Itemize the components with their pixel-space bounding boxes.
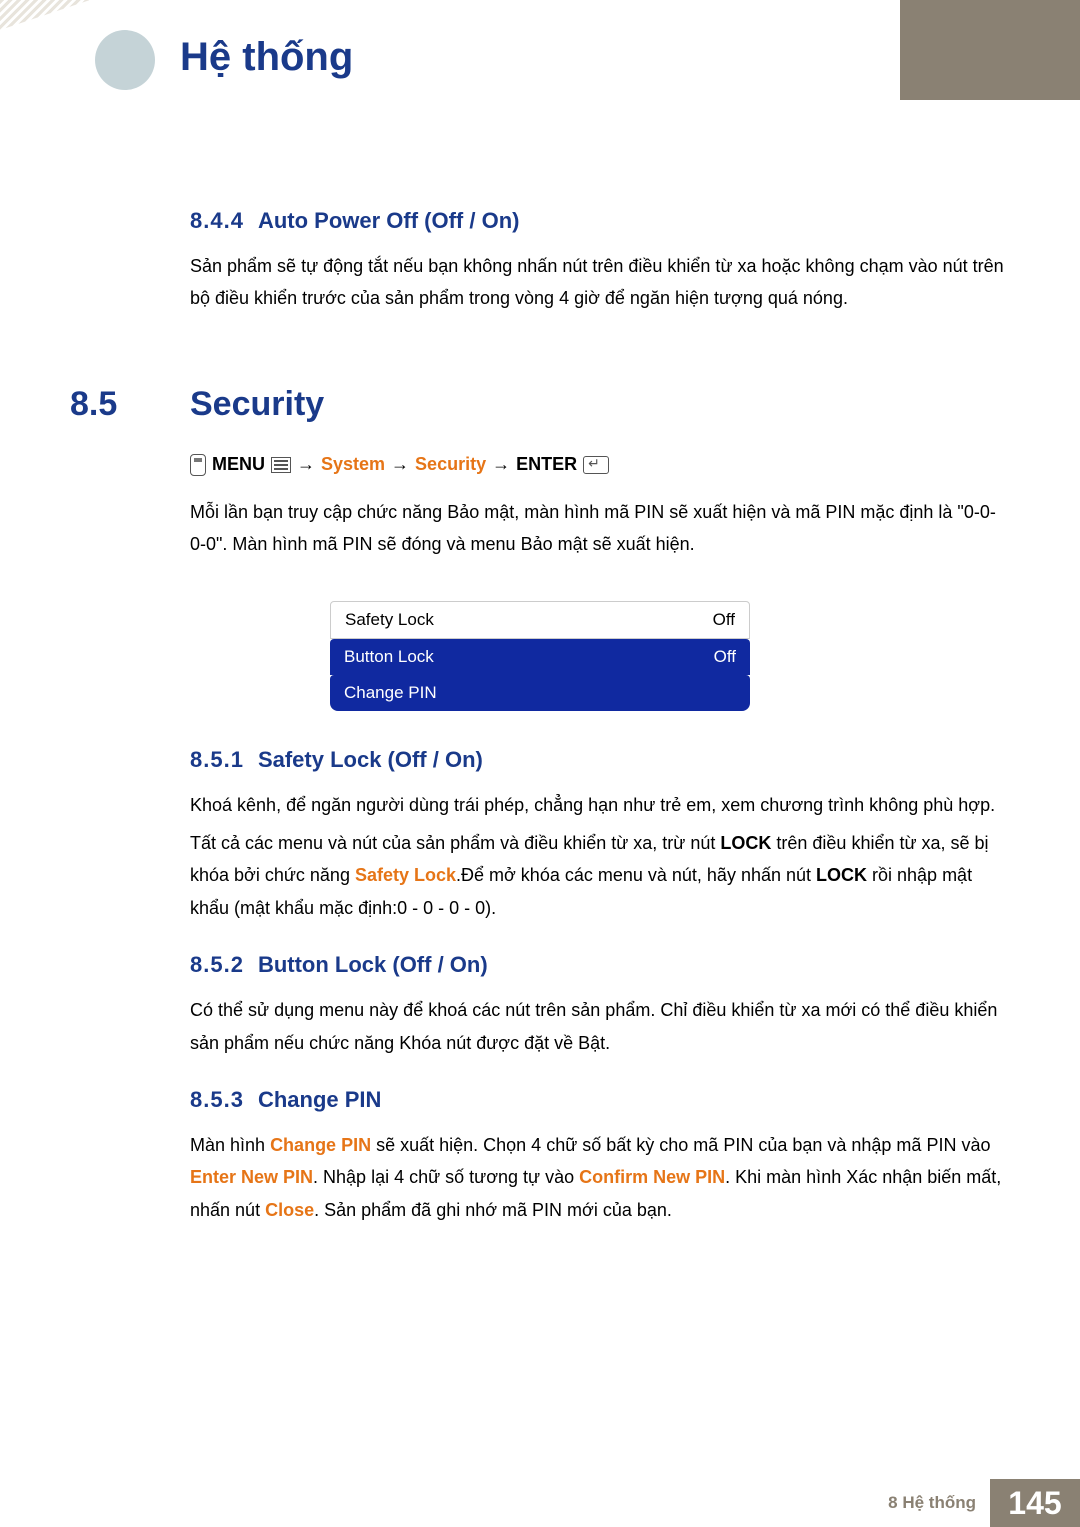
header-band — [900, 0, 1080, 100]
footer-page-number: 145 — [990, 1479, 1080, 1527]
heading-num: 8.5 — [70, 385, 150, 424]
para-851-2: Tất cả các menu và nút của sản phẩm và đ… — [190, 827, 1010, 924]
para-85: Mỗi lần bạn truy cập chức năng Bảo mật, … — [190, 496, 1010, 561]
arrow-icon: → — [391, 454, 409, 475]
osd-row-button-lock: Button Lock Off — [330, 639, 750, 675]
text: Tất cả các menu và nút của sản phẩm và đ… — [190, 833, 720, 853]
heading-text: Change PIN — [258, 1087, 381, 1112]
remote-icon — [190, 454, 206, 476]
change-pin-label: Change PIN — [270, 1135, 371, 1155]
page-title: Hệ thống — [180, 35, 353, 80]
menu-icon — [271, 457, 291, 473]
text: . Sản phẩm đã ghi nhớ mã PIN mới của bạn… — [314, 1200, 672, 1220]
osd-label: Button Lock — [344, 647, 434, 667]
nav-enter: ENTER — [516, 454, 577, 475]
heading-853: 8.5.3 Change PIN — [190, 1087, 1010, 1113]
lock-label: LOCK — [816, 865, 867, 885]
chapter-bubble — [95, 30, 155, 90]
nav-security: Security — [415, 454, 486, 475]
arrow-icon: → — [492, 454, 510, 475]
arrow-icon: → — [297, 454, 315, 475]
para-853: Màn hình Change PIN sẽ xuất hiện. Chọn 4… — [190, 1129, 1010, 1226]
footer-chapter-label: 8 Hệ thống — [888, 1479, 990, 1527]
enter-icon — [583, 456, 609, 474]
content-area: 8.4.4 Auto Power Off (Off / On) Sản phẩm … — [70, 180, 1010, 1232]
heading-num: 8.4.4 — [190, 208, 244, 233]
text: Màn hình — [190, 1135, 270, 1155]
enter-new-pin-label: Enter New PIN — [190, 1167, 313, 1187]
lock-label: LOCK — [720, 833, 771, 853]
text: . Nhập lại 4 chữ số tương tự vào — [313, 1167, 579, 1187]
heading-844: 8.4.4 Auto Power Off (Off / On) — [190, 208, 1010, 234]
close-label: Close — [265, 1200, 314, 1220]
heading-85: 8.5 Security — [70, 385, 1010, 424]
safety-lock-label: Safety Lock — [355, 865, 456, 885]
nav-system: System — [321, 454, 385, 475]
para-851-1: Khoá kênh, để ngăn người dùng trái phép,… — [190, 789, 1010, 821]
osd-label: Safety Lock — [345, 610, 434, 630]
heading-text: Button Lock (Off / On) — [258, 952, 488, 977]
footer: 8 Hệ thống 145 — [0, 1479, 1080, 1527]
heading-text: Safety Lock (Off / On) — [258, 747, 483, 772]
nav-path: MENU → System → Security → ENTER — [190, 454, 1010, 476]
heading-num: 8.5.2 — [190, 952, 244, 977]
osd-value: Off — [713, 610, 735, 630]
osd-label: Change PIN — [344, 683, 437, 703]
osd-row-change-pin: Change PIN — [330, 675, 750, 711]
heading-852: 8.5.2 Button Lock (Off / On) — [190, 952, 1010, 978]
heading-text: Auto Power Off (Off / On) — [258, 208, 520, 233]
heading-num: 8.5.3 — [190, 1087, 244, 1112]
osd-menu: Safety Lock Off Button Lock Off Change P… — [330, 601, 750, 711]
confirm-new-pin-label: Confirm New PIN — [579, 1167, 725, 1187]
heading-num: 8.5.1 — [190, 747, 244, 772]
nav-menu: MENU — [212, 454, 265, 475]
heading-text: Security — [190, 385, 324, 423]
osd-row-safety-lock: Safety Lock Off — [330, 601, 750, 639]
para-844: Sản phẩm sẽ tự động tắt nếu bạn không nh… — [190, 250, 1010, 315]
para-852: Có thể sử dụng menu này để khoá các nút … — [190, 994, 1010, 1059]
text: sẽ xuất hiện. Chọn 4 chữ số bất kỳ cho m… — [371, 1135, 990, 1155]
corner-pattern — [0, 0, 90, 30]
heading-851: 8.5.1 Safety Lock (Off / On) — [190, 747, 1010, 773]
text: .Để mở khóa các menu và nút, hãy nhấn nú… — [456, 865, 816, 885]
osd-value: Off — [714, 647, 736, 667]
